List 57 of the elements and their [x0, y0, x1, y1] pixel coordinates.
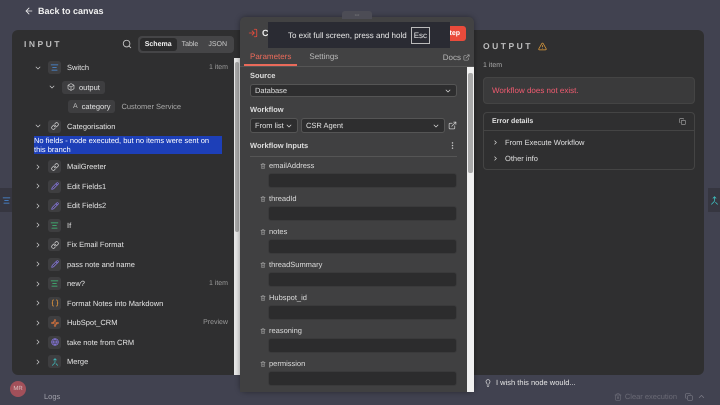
chevron-right-icon[interactable] [34, 260, 42, 268]
chevron-up-icon [697, 392, 706, 401]
toast-text: To exit full screen, press and hold [288, 30, 407, 40]
chevron-right-icon [492, 154, 499, 162]
chevron-right-icon[interactable] [34, 318, 42, 327]
pencil-icon [50, 260, 58, 268]
copy-icon[interactable] [679, 118, 686, 125]
drag-handle[interactable] [342, 11, 372, 19]
trash-icon [614, 392, 622, 400]
external-link-icon [463, 54, 470, 61]
branch-icon [50, 220, 59, 230]
chevron-right-icon[interactable] [34, 202, 42, 210]
delete-icon[interactable] [260, 328, 266, 334]
globe-icon [50, 338, 58, 346]
lightbulb-icon [484, 378, 492, 386]
chevron-right-icon[interactable] [34, 221, 42, 230]
link-icon [50, 122, 58, 130]
pencil-icon [50, 182, 58, 190]
copy-icon [685, 392, 693, 400]
node-title: C [262, 28, 268, 38]
branch-icon [50, 279, 59, 288]
node-icon [710, 196, 718, 204]
switch-icon [50, 63, 59, 72]
pencil-icon [50, 202, 58, 210]
back-to-canvas-link[interactable]: Back to canvas [24, 6, 104, 16]
error-message: Workflow does not exist. [483, 77, 695, 104]
link-icon [50, 162, 58, 171]
panel-title: INPUT [24, 39, 63, 49]
chevron-right-icon[interactable] [34, 182, 42, 190]
chevron-right-icon[interactable] [34, 338, 42, 346]
delete-icon[interactable] [260, 196, 266, 202]
delete-icon[interactable] [260, 262, 266, 268]
warning-icon [538, 42, 547, 50]
chevron-right-icon[interactable] [34, 240, 42, 249]
chevron-right-icon[interactable] [34, 299, 42, 308]
hub-icon [50, 318, 58, 327]
link-icon [50, 240, 58, 249]
node-type-icon [248, 28, 258, 38]
chevron-right-icon[interactable] [34, 162, 42, 171]
delete-icon[interactable] [260, 360, 266, 366]
chevron-right-icon[interactable] [34, 358, 42, 366]
box-icon [67, 83, 75, 92]
panel-title: OUTPUT [483, 41, 533, 51]
search-icon[interactable] [122, 39, 132, 49]
braces-icon [50, 299, 58, 308]
panel-tab[interactable]: Settings [303, 49, 344, 66]
chevron-right-icon [492, 138, 499, 146]
docs-link[interactable]: Docs [442, 49, 470, 66]
delete-icon[interactable] [260, 162, 266, 168]
chevron-right-icon[interactable] [34, 280, 42, 288]
open-external-icon[interactable] [448, 121, 457, 130]
delete-icon[interactable] [260, 228, 266, 234]
delete-icon[interactable] [260, 294, 266, 300]
key-hint: Esc [410, 26, 430, 44]
node-icon [2, 196, 10, 204]
arrow-left-icon [24, 6, 34, 16]
merge-icon [50, 358, 58, 366]
